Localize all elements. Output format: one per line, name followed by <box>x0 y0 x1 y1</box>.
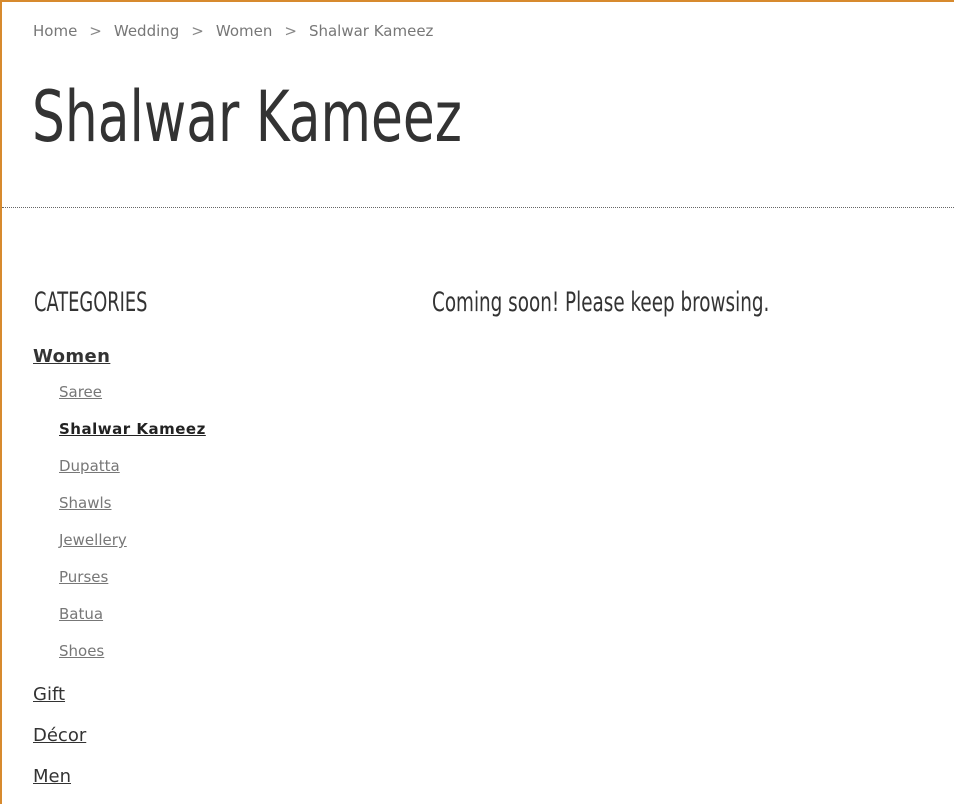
subcategory-item-saree[interactable]: Saree <box>33 381 206 418</box>
subcategory-item-jewellery[interactable]: Jewellery <box>33 529 206 566</box>
coming-soon-message: Coming soon! Please keep browsing. <box>432 287 770 318</box>
breadcrumb-current: Shalwar Kameez <box>308 22 434 40</box>
category-item-gift[interactable]: Gift <box>33 681 206 722</box>
category-list: Women Saree Shalwar Kameez Dupatta Shawl… <box>33 343 206 804</box>
breadcrumb-separator: > <box>89 22 102 40</box>
subcategory-item-shawls[interactable]: Shawls <box>33 492 206 529</box>
subcategory-item-dupatta[interactable]: Dupatta <box>33 455 206 492</box>
page: Home > Wedding > Women > Shalwar Kameez Shalwa… <box>0 0 954 804</box>
breadcrumb-separator: > <box>284 22 297 40</box>
category-item-men[interactable]: Men <box>33 763 206 804</box>
breadcrumb-separator: > <box>191 22 204 40</box>
subcategory-item-shoes[interactable]: Shoes <box>33 640 206 677</box>
category-women: Women Saree Shalwar Kameez Dupatta Shawl… <box>33 343 206 677</box>
title-divider <box>2 207 954 208</box>
subcategory-item-batua[interactable]: Batua <box>33 603 206 640</box>
breadcrumb-home[interactable]: Home <box>33 22 77 40</box>
women-subcategory-list: Saree Shalwar Kameez Dupatta Shawls Jewe… <box>33 381 206 677</box>
subcategory-item-shalwar-kameez[interactable]: Shalwar Kameez <box>33 418 206 455</box>
categories-heading: CATEGORIES <box>34 287 148 318</box>
breadcrumb-wedding[interactable]: Wedding <box>114 22 179 40</box>
page-title: Shalwar Kameez <box>32 76 462 158</box>
category-item-decor[interactable]: Décor <box>33 722 206 763</box>
breadcrumb-women[interactable]: Women <box>216 22 272 40</box>
breadcrumb: Home > Wedding > Women > Shalwar Kameez <box>33 22 433 40</box>
subcategory-item-purses[interactable]: Purses <box>33 566 206 603</box>
category-item-women[interactable]: Women <box>33 343 206 381</box>
